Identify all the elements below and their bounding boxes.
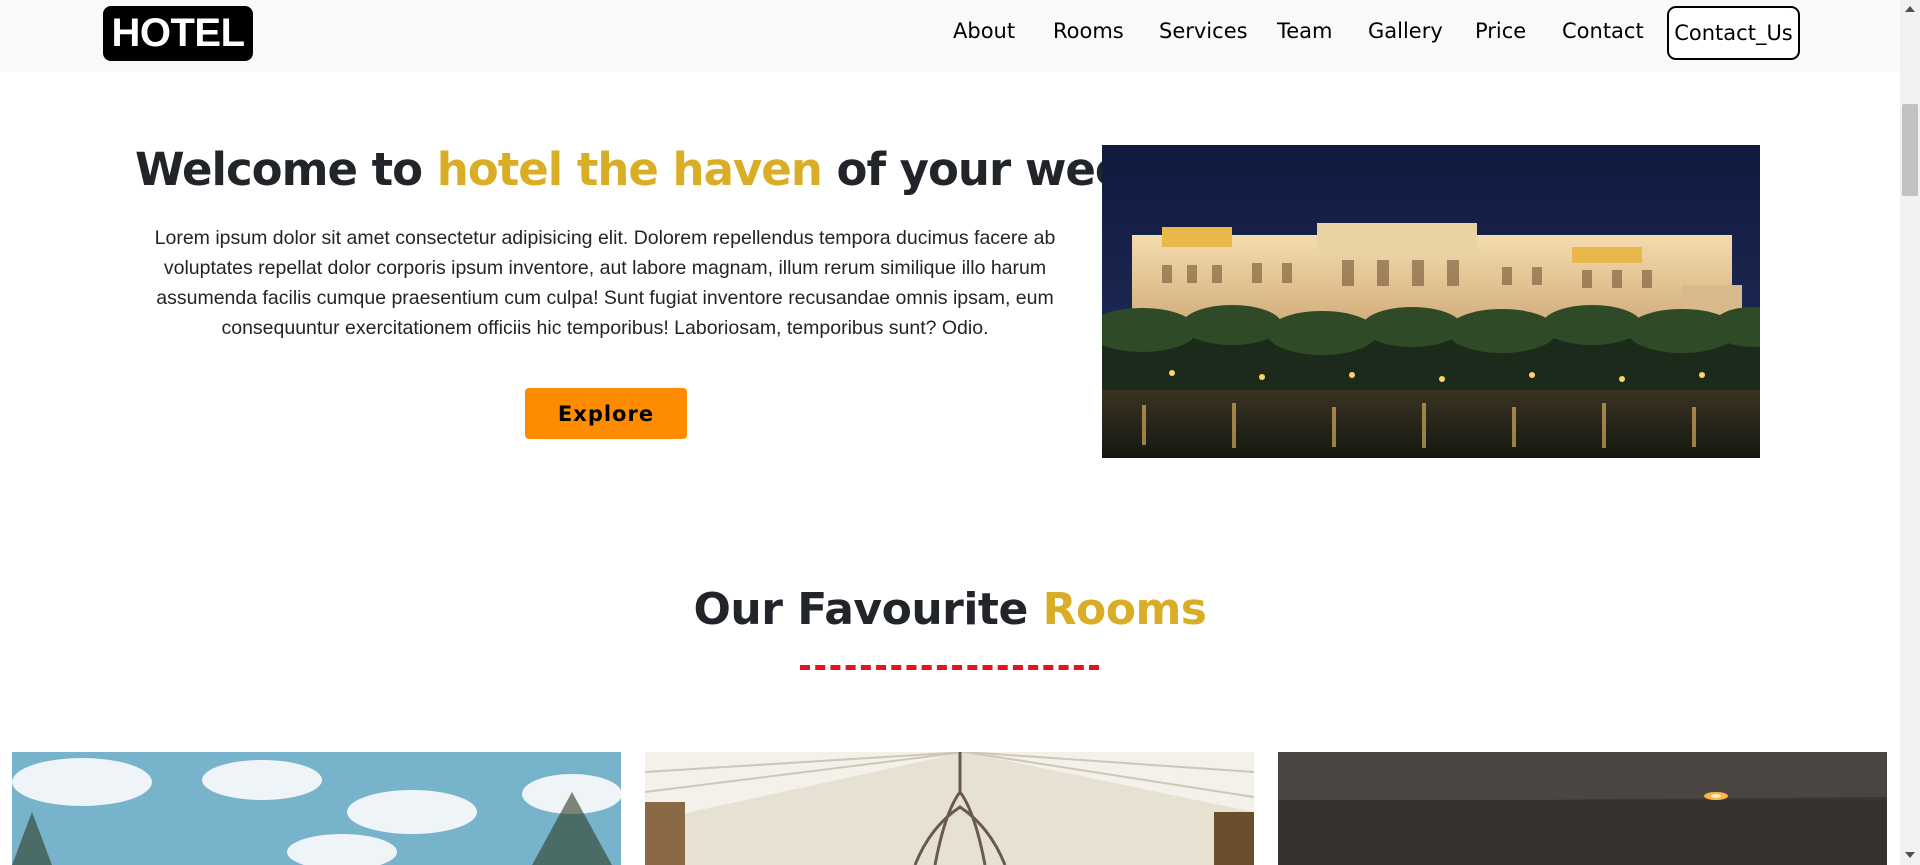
scroll-up-icon[interactable] (1905, 6, 1915, 12)
room-card-image-3[interactable] (1278, 752, 1887, 865)
hero-title: Welcome to hotel the haven of your weeke… (135, 143, 1245, 196)
room-card-image-2[interactable] (645, 752, 1254, 865)
scroll-thumb[interactable] (1902, 104, 1918, 196)
hotel-night-image (1102, 145, 1760, 458)
rooms-title-text: Our Favourite (693, 584, 1043, 635)
brand-logo[interactable]: HOTEL (103, 6, 253, 61)
scroll-down-icon[interactable] (1905, 852, 1915, 858)
nav-link-gallery[interactable]: Gallery (1368, 19, 1443, 43)
room-card-image-1[interactable] (12, 752, 621, 865)
hero-title-accent: hotel the haven (436, 143, 823, 196)
nav-link-about[interactable]: About (953, 19, 1015, 43)
hero-description: Lorem ipsum dolor sit amet consectetur a… (154, 227, 1056, 339)
nav-link-contact[interactable]: Contact (1562, 19, 1644, 43)
rooms-title-underline (800, 665, 1099, 670)
contact-us-button[interactable]: Contact_Us (1667, 6, 1800, 60)
nav-link-rooms[interactable]: Rooms (1053, 19, 1124, 43)
explore-button[interactable]: Explore (525, 388, 687, 439)
hero-title-text: Welcome to (135, 143, 437, 196)
nav-link-price[interactable]: Price (1475, 19, 1526, 43)
rooms-section-title: Our Favourite Rooms (0, 584, 1900, 635)
navbar: HOTEL About Rooms Services Team Gallery … (0, 0, 1900, 72)
nav-link-services[interactable]: Services (1159, 19, 1248, 43)
nav-link-team[interactable]: Team (1277, 19, 1333, 43)
rooms-title-accent: Rooms (1042, 584, 1207, 635)
